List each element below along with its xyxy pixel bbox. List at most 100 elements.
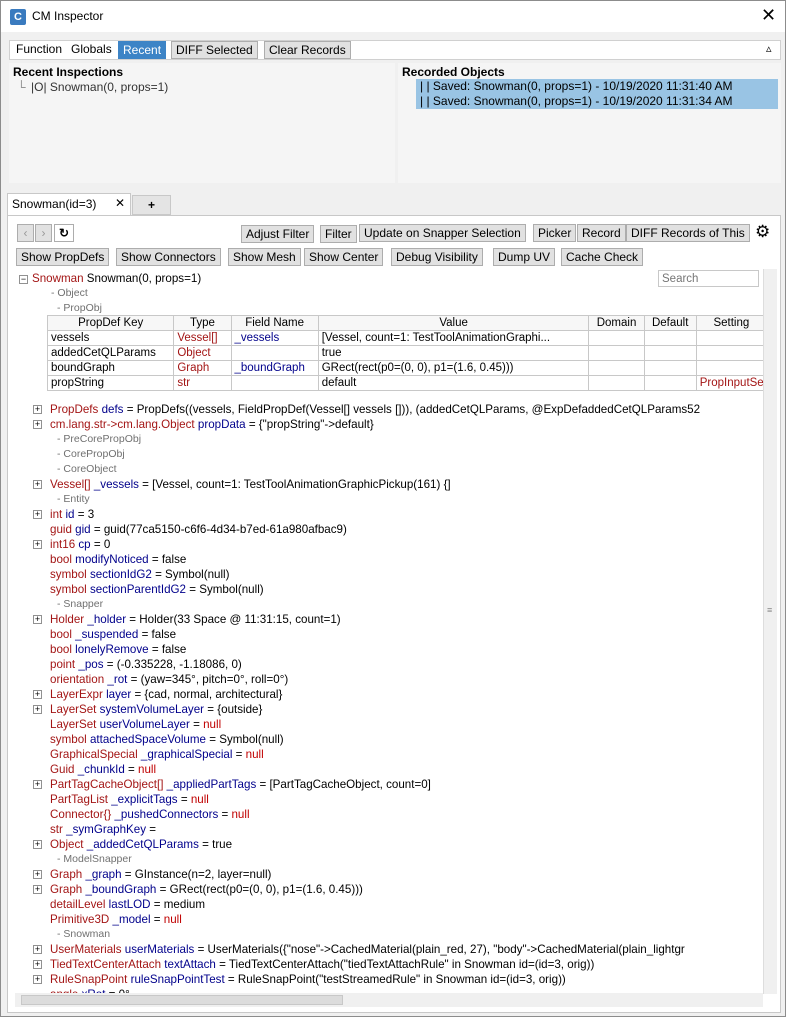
adjust-filter-button[interactable]: Adjust Filter bbox=[241, 225, 315, 243]
expand-toggle-icon[interactable]: + bbox=[33, 885, 42, 894]
expand-toggle-icon[interactable]: + bbox=[33, 690, 42, 699]
forward-icon[interactable]: › bbox=[35, 224, 52, 242]
table-header[interactable]: Type bbox=[173, 315, 232, 331]
field-type: orientation bbox=[50, 673, 105, 686]
table-header[interactable]: Value bbox=[317, 315, 590, 331]
field-row[interactable]: Guid _chunkId = null bbox=[50, 762, 156, 777]
root-node[interactable]: Snowman Snowman(0, props=1) bbox=[32, 271, 201, 286]
field-row[interactable]: UserMaterials userMaterials = UserMateri… bbox=[50, 942, 685, 957]
field-row[interactable]: Vessel[] _vessels = [Vessel, count=1: Te… bbox=[50, 477, 451, 492]
field-row[interactable]: int id = 3 bbox=[50, 507, 94, 522]
field-row[interactable]: GraphicalSpecial _graphicalSpecial = nul… bbox=[50, 747, 264, 762]
field-row[interactable]: Object _addedCetQLParams = true bbox=[50, 837, 232, 852]
field-row[interactable]: PropDefs defs = PropDefs((vessels, Field… bbox=[50, 402, 700, 417]
field-row[interactable]: symbol sectionParentIdG2 = Symbol(null) bbox=[50, 582, 264, 597]
field-row[interactable]: PartTagCacheObject[] _appliedPartTags = … bbox=[50, 777, 431, 792]
field-name: systemVolumeLayer bbox=[99, 703, 205, 716]
field-row[interactable]: symbol sectionIdG2 = Symbol(null) bbox=[50, 567, 230, 582]
diff-records-button[interactable]: DIFF Records of This bbox=[626, 224, 750, 242]
expand-toggle-icon[interactable]: + bbox=[33, 705, 42, 714]
field-row[interactable]: LayerExpr layer = {cad, normal, architec… bbox=[50, 687, 282, 702]
close-icon[interactable]: ✕ bbox=[761, 5, 776, 25]
tree-line-icon: └ bbox=[17, 80, 26, 94]
diff-selected-button[interactable]: DIFF Selected bbox=[171, 41, 258, 59]
expand-toggle-icon[interactable]: + bbox=[33, 945, 42, 954]
search-input[interactable] bbox=[658, 270, 759, 287]
table-header[interactable]: PropDef Key bbox=[46, 315, 175, 331]
expand-toggle-icon[interactable]: + bbox=[33, 615, 42, 624]
field-row[interactable]: Holder _holder = Holder(33 Space @ 11:31… bbox=[50, 612, 341, 627]
field-row[interactable]: detailLevel lastLOD = medium bbox=[50, 897, 205, 912]
horizontal-scrollbar[interactable] bbox=[15, 993, 763, 1007]
field-row[interactable]: str _symGraphKey = bbox=[50, 822, 159, 837]
show-mesh-button[interactable]: Show Mesh bbox=[228, 248, 301, 266]
field-row[interactable]: Graph _graph = GInstance(n=2, layer=null… bbox=[50, 867, 271, 882]
picker-button[interactable]: Picker bbox=[533, 224, 577, 242]
show-propdefs-button[interactable]: Show PropDefs bbox=[16, 248, 110, 266]
close-tab-icon[interactable]: ✕ bbox=[115, 196, 125, 210]
expand-toggle-icon[interactable]: + bbox=[33, 840, 42, 849]
table-cell bbox=[643, 360, 697, 376]
section-coreobject: - CoreObject bbox=[57, 463, 117, 475]
table-header[interactable]: Setting bbox=[695, 315, 763, 331]
cache-check-button[interactable]: Cache Check bbox=[561, 248, 644, 266]
field-row[interactable]: cm.lang.str->cm.lang.Object propData = {… bbox=[50, 417, 374, 432]
field-row[interactable]: TiedTextCenterAttach textAttach = TiedTe… bbox=[50, 957, 594, 972]
tab-globals[interactable]: Globals bbox=[67, 41, 116, 59]
table-header[interactable]: Field Name bbox=[230, 315, 319, 331]
recorded-item[interactable]: | | Saved: Snowman(0, props=1) - 10/19/2… bbox=[416, 94, 778, 109]
field-row[interactable]: PartTagList _explicitTags = null bbox=[50, 792, 209, 807]
gear-icon[interactable]: ⚙ bbox=[755, 223, 770, 241]
filter-button[interactable]: Filter bbox=[320, 225, 357, 243]
field-row[interactable]: point _pos = (-0.335228, -1.18086, 0) bbox=[50, 657, 242, 672]
expand-toggle-icon[interactable]: + bbox=[33, 480, 42, 489]
refresh-icon[interactable]: ↻ bbox=[54, 224, 74, 242]
field-row[interactable]: RuleSnapPoint ruleSnapPointTest = RuleSn… bbox=[50, 972, 566, 987]
table-row[interactable]: vessels Vessel[] _vessels [Vessel, count=1:… bbox=[46, 330, 763, 346]
recent-item[interactable]: |O| Snowman(0, props=1) bbox=[31, 80, 168, 94]
table-row[interactable]: boundGraph Graph _boundGraph GRect(rect(p0=… bbox=[46, 360, 763, 376]
collapse-toggle-icon[interactable]: − bbox=[19, 275, 28, 284]
field-row[interactable]: Primitive3D _model = null bbox=[50, 912, 182, 927]
field-row[interactable]: Connector{} _pushedConnectors = null bbox=[50, 807, 250, 822]
back-icon[interactable]: ‹ bbox=[17, 224, 34, 242]
field-row[interactable]: bool lonelyRemove = false bbox=[50, 642, 186, 657]
field-row[interactable]: LayerSet userVolumeLayer = null bbox=[50, 717, 221, 732]
field-row[interactable]: int16 cp = 0 bbox=[50, 537, 110, 552]
tab-snowman[interactable]: Snowman(id=3) ✕ bbox=[7, 193, 131, 215]
field-row[interactable]: orientation _rot = (yaw=345°, pitch=0°, … bbox=[50, 672, 288, 687]
field-row[interactable]: bool modifyNoticed = false bbox=[50, 552, 186, 567]
add-tab-button[interactable]: + bbox=[132, 195, 171, 215]
table-header[interactable]: Default bbox=[643, 315, 697, 331]
field-value: = Symbol(null) bbox=[206, 733, 284, 746]
expand-toggle-icon[interactable]: + bbox=[33, 780, 42, 789]
debug-visibility-button[interactable]: Debug Visibility bbox=[391, 248, 483, 266]
table-row[interactable]: addedCetQLParams Object true bbox=[46, 345, 763, 361]
expand-toggle-icon[interactable]: + bbox=[33, 870, 42, 879]
expand-toggle-icon[interactable]: + bbox=[33, 540, 42, 549]
expand-toggle-icon[interactable]: + bbox=[33, 405, 42, 414]
update-snapper-button[interactable]: Update on Snapper Selection bbox=[359, 224, 526, 242]
show-connectors-button[interactable]: Show Connectors bbox=[116, 248, 221, 266]
table-row[interactable]: propString str default PropInputSe bbox=[46, 375, 763, 391]
scroll-thumb[interactable] bbox=[21, 995, 343, 1005]
field-row[interactable]: Graph _boundGraph = GRect(rect(p0=(0, 0)… bbox=[50, 882, 363, 897]
expand-toggle-icon[interactable]: + bbox=[33, 510, 42, 519]
field-row[interactable]: LayerSet systemVolumeLayer = {outside} bbox=[50, 702, 262, 717]
show-center-button[interactable]: Show Center bbox=[304, 248, 384, 266]
expand-toggle-icon[interactable]: + bbox=[33, 420, 42, 429]
tab-recent[interactable]: Recent bbox=[118, 41, 167, 59]
expand-toggle-icon[interactable]: + bbox=[33, 975, 42, 984]
expand-toggle-icon[interactable]: + bbox=[33, 960, 42, 969]
table-header[interactable]: Domain bbox=[588, 315, 645, 331]
tab-function[interactable]: Function bbox=[12, 41, 66, 59]
collapse-icon[interactable]: ▵ bbox=[766, 42, 772, 55]
field-row[interactable]: symbol attachedSpaceVolume = Symbol(null… bbox=[50, 732, 284, 747]
record-button[interactable]: Record bbox=[577, 224, 626, 242]
recorded-item[interactable]: | | Saved: Snowman(0, props=1) - 10/19/2… bbox=[416, 79, 778, 94]
field-row[interactable]: guid gid = guid(77ca5150-c6f6-4d34-b7ed-… bbox=[50, 522, 347, 537]
dump-uv-button[interactable]: Dump UV bbox=[493, 248, 556, 266]
vertical-scrollbar[interactable]: ≡ bbox=[763, 269, 777, 994]
field-row[interactable]: bool _suspended = false bbox=[50, 627, 176, 642]
clear-records-button[interactable]: Clear Records bbox=[264, 41, 351, 59]
